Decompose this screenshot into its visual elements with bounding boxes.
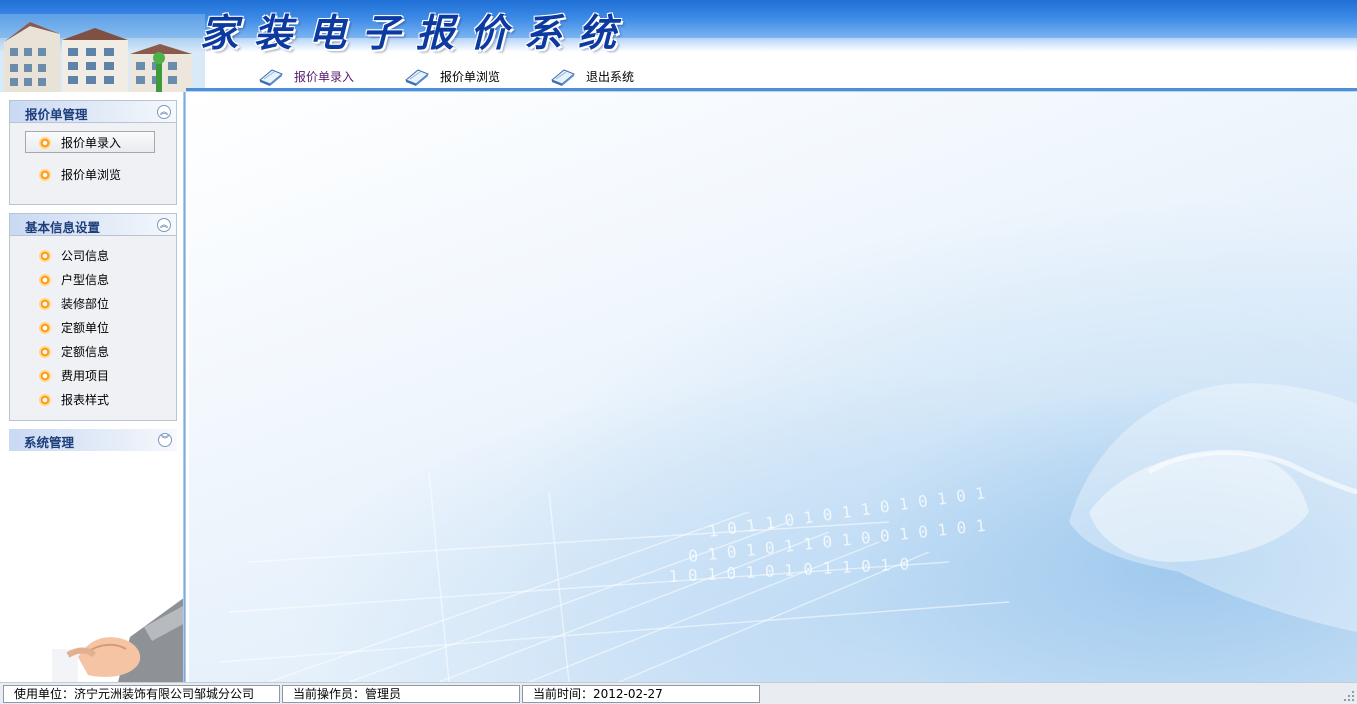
status-time: 当前时间：2012-02-27 <box>522 685 760 703</box>
book-icon <box>259 69 283 86</box>
main-content: 1 0 1 1 0 1 0 1 1 0 1 0 1 0 1 0 1 0 1 0 … <box>189 92 1357 682</box>
bullet-icon <box>39 346 51 358</box>
sidebar: 报价单管理 ︽ 报价单录入 报价单浏览 基本信息设置 ︽ 公司信息 户型信息 装… <box>0 92 186 682</box>
panel-header[interactable]: 基本信息设置 ︽ <box>10 214 176 236</box>
menu-item-label: 公司信息 <box>61 249 110 263</box>
background-illustration: 1 0 1 1 0 1 0 1 1 0 1 0 1 0 1 0 1 0 1 0 … <box>218 383 1357 682</box>
collapse-icon[interactable]: ︽ <box>157 105 171 119</box>
menu-item-label: 户型信息 <box>61 273 110 287</box>
status-bar: 使用单位：济宁元洲装饰有限公司邹城分公司 当前操作员：管理员 当前时间：2012… <box>0 682 1357 704</box>
menu-item-label: 报价单浏览 <box>61 168 122 182</box>
sidebar-item-quote-entry[interactable]: 报价单录入 <box>10 131 176 155</box>
bullet-icon <box>39 137 51 149</box>
collapse-icon[interactable]: ︽ <box>157 218 171 232</box>
resize-grip-icon[interactable] <box>1344 691 1354 701</box>
nav-exit-system[interactable]: 退出系统 <box>550 66 634 86</box>
buildings-illustration <box>0 14 205 92</box>
bullet-icon <box>39 370 51 382</box>
sidebar-item-company-info[interactable]: 公司信息 <box>10 244 176 268</box>
panel-title: 基本信息设置 <box>25 220 101 235</box>
sidebar-item-quote-browse[interactable]: 报价单浏览 <box>10 163 176 187</box>
book-icon <box>551 69 575 86</box>
sidebar-item-decoration-part[interactable]: 装修部位 <box>10 292 176 316</box>
status-operator: 当前操作员：管理员 <box>282 685 520 703</box>
sidebar-item-fee-items[interactable]: 费用项目 <box>10 364 176 388</box>
nav-label: 报价单录入 <box>294 69 355 84</box>
nav-label: 退出系统 <box>586 69 635 84</box>
menu-item-label: 定额信息 <box>61 345 110 359</box>
bullet-icon <box>39 250 51 262</box>
sidebar-item-report-style[interactable]: 报表样式 <box>10 388 176 412</box>
sidebar-item-quota-unit[interactable]: 定额单位 <box>10 316 176 340</box>
top-nav: 报价单录入 报价单浏览 退出系统 <box>258 64 684 88</box>
expand-icon[interactable]: ︾ <box>158 433 172 447</box>
menu-item-label: 装修部位 <box>61 297 110 311</box>
panel-quote-management: 报价单管理 ︽ 报价单录入 报价单浏览 <box>9 100 177 205</box>
nav-quote-entry[interactable]: 报价单录入 <box>258 66 354 86</box>
sidebar-splitter[interactable] <box>183 92 186 682</box>
panel-header[interactable]: 系统管理 ︾ <box>9 429 177 451</box>
status-company: 使用单位：济宁元洲装饰有限公司邹城分公司 <box>3 685 280 703</box>
panel-system-management: 系统管理 ︾ <box>9 429 177 452</box>
header: 家装电子报价系统 报价单录入 报价单浏览 退出系统 <box>0 0 1357 92</box>
bullet-icon <box>39 322 51 334</box>
bullet-icon <box>39 274 51 286</box>
panel-title: 系统管理 <box>24 435 75 450</box>
menu-item-label: 报价单录入 <box>61 136 122 150</box>
handshake-illustration <box>52 597 185 682</box>
sidebar-item-house-type[interactable]: 户型信息 <box>10 268 176 292</box>
menu-item-label: 费用项目 <box>61 369 110 383</box>
nav-quote-browse[interactable]: 报价单浏览 <box>404 66 500 86</box>
app-title: 家装电子报价系统 <box>200 10 633 55</box>
bullet-icon <box>39 394 51 406</box>
menu-item-label: 定额单位 <box>61 321 110 335</box>
book-icon <box>405 69 429 86</box>
bullet-icon <box>39 169 51 181</box>
bullet-icon <box>39 298 51 310</box>
menu-item-label: 报表样式 <box>61 393 110 407</box>
sidebar-item-quota-info[interactable]: 定额信息 <box>10 340 176 364</box>
panel-basic-settings: 基本信息设置 ︽ 公司信息 户型信息 装修部位 定额单位 定额信息 费用项目 报… <box>9 213 177 421</box>
panel-title: 报价单管理 <box>25 107 88 122</box>
panel-header[interactable]: 报价单管理 ︽ <box>10 101 176 123</box>
nav-label: 报价单浏览 <box>440 69 501 84</box>
